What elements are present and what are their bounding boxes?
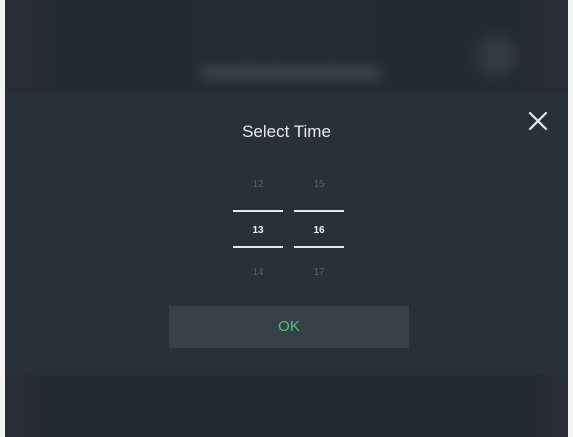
background-blurred-icon (477, 36, 517, 76)
minute-selected-value[interactable]: 16 (294, 210, 344, 248)
device-screen: Select Time 12 13 14 15 16 17 OK (5, 0, 568, 437)
dialog-title: Select Time (242, 122, 331, 141)
background-footer (5, 375, 568, 437)
hour-selected-value[interactable]: 13 (233, 210, 283, 248)
minute-prev-value[interactable]: 15 (294, 178, 344, 202)
minute-picker[interactable]: 15 16 17 (294, 178, 344, 292)
hour-picker[interactable]: 12 13 14 (233, 178, 283, 292)
hour-prev-value[interactable]: 12 (233, 178, 283, 202)
background-blurred-title (200, 66, 380, 80)
hour-next-value[interactable]: 14 (233, 266, 283, 292)
ok-button[interactable]: OK (169, 306, 409, 348)
select-time-dialog: Select Time 12 13 14 15 16 17 OK (5, 92, 568, 375)
minute-next-value[interactable]: 17 (294, 266, 344, 292)
